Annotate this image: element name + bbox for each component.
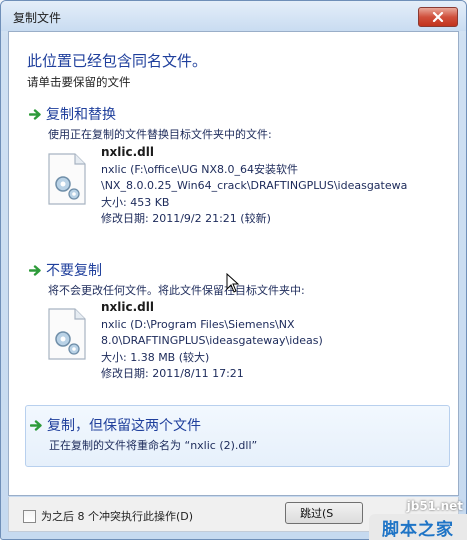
source-file-info[interactable]: nxlic.dll nxlic (F:\office\UG NX8.0_64安装…	[43, 144, 433, 234]
option-title: 复制和替换	[46, 107, 116, 123]
file-name: nxlic.dll	[101, 145, 154, 159]
checkbox-box[interactable]	[23, 509, 36, 523]
option-title: 不要复制	[46, 263, 102, 279]
copy-file-dialog: 复制文件 此位置已经包含同名文件。 请单击要保留的文件 复制和替换 使用正在复制…	[0, 0, 467, 540]
file-path-line1: nxlic (F:\office\UG NX8.0_64安装软件	[101, 162, 299, 176]
green-arrow-icon	[29, 264, 41, 276]
green-arrow-icon	[29, 108, 41, 120]
green-arrow-icon	[30, 419, 42, 431]
skip-button[interactable]: 跳过(S	[285, 502, 363, 524]
destination-file-info[interactable]: nxlic.dll nxlic (D:\Program Files\Siemen…	[43, 299, 433, 389]
file-size: 大小: 1.38 MB (较大)	[101, 350, 210, 364]
file-path-line2: 8.0\DRAFTINGPLUS\ideasgateway\ideas)	[101, 334, 323, 347]
apply-to-all-checkbox[interactable]: 为之后 8 个冲突执行此操作(D)	[23, 508, 193, 524]
option-description: 正在复制的文件将重命名为 “nxlic (2).dll”	[49, 439, 258, 452]
file-path-line1: nxlic (D:\Program Files\Siemens\NX	[101, 317, 295, 331]
file-name: nxlic.dll	[101, 300, 154, 314]
file-size: 大小: 453 KB	[101, 195, 170, 209]
close-icon	[432, 12, 444, 22]
checkbox-label: 为之后 8 个冲突执行此操作(D)	[41, 510, 194, 523]
option-copy-keep-both[interactable]: 复制，但保留这两个文件 正在复制的文件将重命名为 “nxlic (2).dll”	[25, 405, 450, 467]
dll-file-icon	[48, 153, 86, 205]
option-description: 使用正在复制的文件替换目标文件夹中的文件:	[48, 128, 272, 141]
dialog-content: 此位置已经包含同名文件。 请单击要保留的文件 复制和替换 使用正在复制的文件替换…	[8, 31, 459, 496]
watermark-url: jb51.net	[406, 499, 463, 513]
dialog-heading: 此位置已经包含同名文件。	[27, 52, 208, 70]
dll-file-icon	[48, 308, 86, 360]
mouse-cursor-icon	[226, 273, 240, 293]
window-title: 复制文件	[13, 11, 62, 25]
option-description: 将不会更改任何文件。将此文件保留在目标文件夹中:	[48, 284, 305, 297]
file-path-line2: \NX_8.0.0.25_Win64_crack\DRAFTINGPLUS\id…	[101, 179, 408, 192]
option-title: 复制，但保留这两个文件	[47, 418, 201, 434]
dialog-subheading: 请单击要保留的文件	[27, 75, 131, 89]
file-modified-date: 修改日期: 2011/8/11 17:21	[101, 367, 244, 380]
watermark-brand: 脚本之家	[369, 514, 467, 540]
file-modified-date: 修改日期: 2011/9/2 21:21 (较新)	[101, 212, 271, 225]
title-bar[interactable]: 复制文件	[1, 1, 466, 31]
option-copy-and-replace[interactable]: 复制和替换 使用正在复制的文件替换目标文件夹中的文件:	[27, 104, 446, 142]
close-button[interactable]	[418, 7, 458, 27]
